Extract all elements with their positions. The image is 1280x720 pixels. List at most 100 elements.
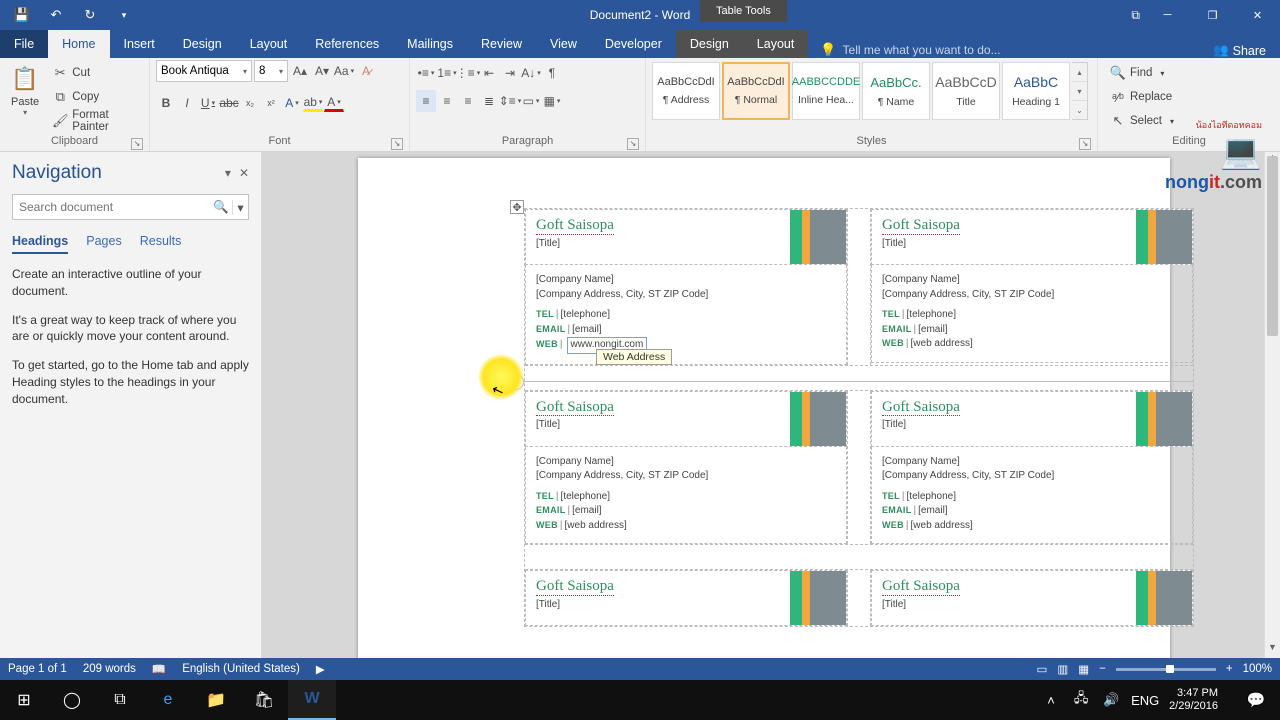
paste-button[interactable]: 📋 Paste ▾	[6, 60, 44, 117]
clear-formatting-button[interactable]: A̷	[356, 60, 376, 82]
cut-button[interactable]: ✂Cut	[48, 62, 143, 84]
tab-view[interactable]: View	[536, 30, 591, 58]
nav-search-input[interactable]	[13, 200, 210, 214]
qat-customize-icon[interactable]: ▾	[110, 3, 138, 27]
style-title[interactable]: AaBbCcDTitle	[932, 62, 1000, 120]
nav-tab-pages[interactable]: Pages	[86, 234, 121, 254]
font-color-button[interactable]: A	[324, 94, 344, 112]
status-macro-icon[interactable]: ▶	[316, 662, 325, 676]
bold-button[interactable]: B	[156, 92, 176, 114]
numbering-button[interactable]: 1≡	[437, 62, 457, 84]
card-cell[interactable]: Goft Saisopa [Title]	[525, 570, 847, 626]
table-move-handle[interactable]: ✥	[510, 200, 524, 214]
tray-volume-icon[interactable]: 🔊	[1101, 692, 1121, 708]
card-cell[interactable]: Goft Saisopa [Title]	[871, 570, 1193, 626]
find-button[interactable]: 🔍Find▾	[1104, 62, 1180, 84]
styles-launcher[interactable]: ↘	[1079, 138, 1091, 150]
zoom-level[interactable]: 100%	[1243, 663, 1272, 675]
view-print-layout[interactable]: ▥	[1057, 662, 1068, 676]
style-name[interactable]: AaBbCc.¶ Name	[862, 62, 930, 120]
file-explorer-icon[interactable]: 📁	[192, 680, 240, 720]
nav-tab-results[interactable]: Results	[140, 234, 182, 254]
strikethrough-button[interactable]: abc	[219, 92, 239, 114]
align-right-button[interactable]: ≡	[458, 90, 478, 112]
change-case-button[interactable]: Aa	[334, 60, 354, 82]
vertical-scrollbar[interactable]: ▲ ▼	[1264, 152, 1280, 658]
card-cell[interactable]: Goft Saisopa [Title] [Company Name] [Com…	[525, 391, 847, 545]
tab-mailings[interactable]: Mailings	[393, 30, 467, 58]
tray-clock[interactable]: 3:47 PM 2/29/2016	[1161, 687, 1226, 712]
tray-language[interactable]: ENG	[1131, 693, 1151, 708]
nav-search-box[interactable]: 🔍 ▾	[12, 194, 249, 220]
card-name[interactable]: Goft Saisopa	[536, 217, 614, 235]
tray-network-icon[interactable]: 🖧	[1071, 689, 1091, 711]
cortana-icon[interactable]: ◯	[48, 680, 96, 720]
card-company[interactable]: [Company Name]	[536, 273, 836, 288]
bullets-button[interactable]: •≡	[416, 62, 436, 84]
tab-home[interactable]: Home	[48, 30, 109, 58]
scroll-down-icon[interactable]: ▼	[1265, 642, 1280, 658]
decrease-indent-button[interactable]: ⇤	[479, 62, 499, 84]
card-email[interactable]: [email]	[572, 324, 601, 335]
tab-developer[interactable]: Developer	[591, 30, 676, 58]
document-area[interactable]: ✥ Goft Saisopa [Title] [Company Name] [C…	[262, 152, 1280, 658]
card-address[interactable]: [Company Address, City, ST ZIP Code]	[536, 288, 836, 303]
italic-button[interactable]: I	[177, 92, 197, 114]
action-center-icon[interactable]: 💬	[1236, 680, 1276, 720]
nav-tab-headings[interactable]: Headings	[12, 234, 68, 254]
copy-button[interactable]: ⧉Copy	[48, 86, 143, 108]
line-spacing-button[interactable]: ⇕≡	[500, 90, 520, 112]
zoom-out-button[interactable]: −	[1099, 663, 1106, 675]
status-language[interactable]: English (United States)	[182, 663, 300, 675]
edge-icon[interactable]: e	[144, 680, 192, 720]
scrollbar-thumb[interactable]	[1267, 156, 1278, 336]
view-read-mode[interactable]: ▭	[1037, 662, 1048, 676]
store-icon[interactable]: 🛍	[240, 680, 288, 720]
highlight-button[interactable]: ab	[303, 94, 323, 112]
borders-button[interactable]: ▦	[542, 90, 562, 112]
save-icon[interactable]: 💾	[8, 3, 36, 27]
card-tel[interactable]: [telephone]	[561, 309, 611, 320]
card-cell[interactable]: Goft Saisopa [Title] [Company Name] [Com…	[871, 209, 1193, 365]
shrink-font-button[interactable]: A▾	[312, 60, 332, 82]
style-heading1[interactable]: AaBbCHeading 1	[1002, 62, 1070, 120]
nav-pane-close-icon[interactable]: ✕	[239, 166, 249, 180]
minimize-button[interactable]: ─	[1145, 0, 1190, 30]
zoom-in-button[interactable]: +	[1226, 663, 1233, 675]
font-size-combo[interactable]: 8▾	[254, 60, 288, 82]
tell-me-search[interactable]: 💡 Tell me what you want to do...	[820, 42, 1000, 58]
style-normal[interactable]: AaBbCcDdI¶ Normal	[722, 62, 790, 120]
restore-button[interactable]: ❐	[1190, 0, 1235, 30]
paragraph-launcher[interactable]: ↘	[627, 138, 639, 150]
tab-layout[interactable]: Layout	[236, 30, 302, 58]
card-name[interactable]: Goft Saisopa	[882, 217, 960, 235]
tab-review[interactable]: Review	[467, 30, 536, 58]
clipboard-launcher[interactable]: ↘	[131, 138, 143, 150]
redo-icon[interactable]: ↻	[76, 3, 104, 27]
show-marks-button[interactable]: ¶	[542, 62, 562, 84]
status-page[interactable]: Page 1 of 1	[8, 663, 67, 675]
shading-button[interactable]: ▭	[521, 90, 541, 112]
subscript-button[interactable]: x₂	[240, 92, 260, 114]
ribbon-display-options-icon[interactable]: ⧉	[1131, 8, 1140, 23]
justify-button[interactable]: ≣	[479, 90, 499, 112]
card-cell[interactable]: Goft Saisopa [Title] [Company Name] [Com…	[525, 209, 847, 365]
search-icon[interactable]: 🔍	[210, 200, 232, 215]
search-dropdown-icon[interactable]: ▾	[232, 200, 248, 215]
styles-gallery-more[interactable]: ▴▾⌄	[1072, 62, 1088, 120]
format-painter-button[interactable]: 🖌Format Painter	[48, 110, 143, 132]
increase-indent-button[interactable]: ⇥	[500, 62, 520, 84]
text-effects-button[interactable]: A	[282, 92, 302, 114]
nav-pane-options-icon[interactable]: ▾	[225, 166, 231, 180]
insert-row-handle[interactable]: +	[508, 374, 524, 390]
grow-font-button[interactable]: A▴	[290, 60, 310, 82]
word-taskbar-icon[interactable]: W	[288, 680, 336, 720]
status-word-count[interactable]: 209 words	[83, 663, 136, 675]
tab-file[interactable]: File	[0, 30, 48, 58]
tab-insert[interactable]: Insert	[110, 30, 169, 58]
start-button[interactable]: ⊞	[0, 680, 48, 720]
tab-table-design[interactable]: Design	[676, 30, 743, 58]
tab-design[interactable]: Design	[169, 30, 236, 58]
font-launcher[interactable]: ↘	[391, 138, 403, 150]
style-inline-heading[interactable]: AABBCCDDEInline Hea...	[792, 62, 860, 120]
